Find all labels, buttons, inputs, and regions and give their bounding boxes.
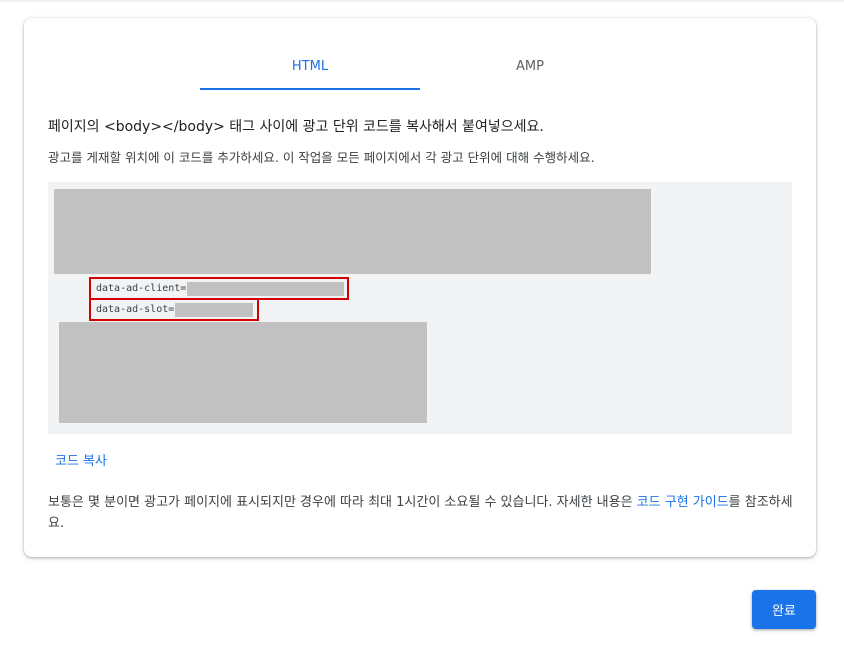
ad-slot-highlight: data-ad-slot= — [89, 298, 259, 321]
top-divider — [0, 0, 844, 2]
done-button[interactable]: 완료 — [752, 590, 816, 629]
tab-html[interactable]: HTML — [200, 48, 420, 90]
ad-client-highlight: data-ad-client= — [89, 277, 349, 300]
footnote-text-before: 보통은 몇 분이면 광고가 페이지에 표시되지만 경우에 따라 최대 1시간이 … — [48, 495, 637, 510]
implementation-guide-link[interactable]: 코드 구현 가이드 — [637, 495, 729, 510]
redacted-code-top — [54, 189, 651, 274]
ad-client-attribute: data-ad-client= — [96, 283, 187, 294]
ad-code-block: data-ad-client= data-ad-slot= — [48, 182, 792, 434]
ad-slot-attribute: data-ad-slot= — [96, 304, 175, 315]
footnote-text: 보통은 몇 분이면 광고가 페이지에 표시되지만 경우에 따라 최대 1시간이 … — [48, 492, 793, 534]
code-format-tabs: HTML AMP — [200, 48, 640, 90]
tab-amp[interactable]: AMP — [420, 48, 640, 90]
redacted-ad-slot-value — [175, 302, 254, 317]
redacted-ad-client-value — [187, 281, 345, 296]
ad-code-card: HTML AMP 페이지의 <body></body> 태그 사이에 광고 단위… — [24, 18, 816, 557]
copy-code-link[interactable]: 코드 복사 — [55, 450, 107, 469]
redacted-code-bottom — [59, 322, 427, 423]
instruction-heading: 페이지의 <body></body> 태그 사이에 광고 단위 코드를 복사해서… — [48, 119, 544, 135]
instruction-subtext: 광고를 게재할 위치에 이 코드를 추가하세요. 이 작업을 모든 페이지에서 … — [48, 150, 595, 165]
